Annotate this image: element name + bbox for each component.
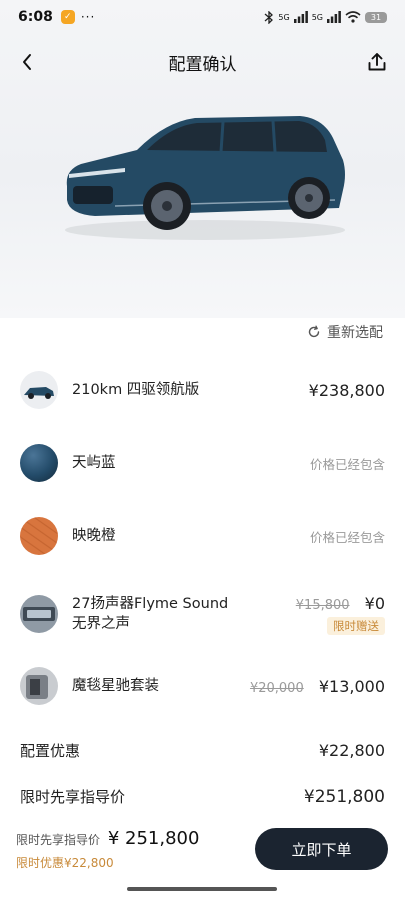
- battery-icon: 31: [365, 11, 387, 23]
- guide-price-label: 限时先享指导价: [20, 788, 126, 806]
- trim-price: ¥238,800: [308, 380, 385, 400]
- network-label-2: 5G: [311, 12, 323, 22]
- guide-price-value: ¥251,800: [303, 786, 385, 807]
- wifi-icon: [345, 11, 361, 23]
- speaker-name-line1: 27扬声器Flyme Sound: [72, 596, 229, 612]
- reselect-button[interactable]: 重新选配: [307, 322, 383, 342]
- interior-color-name: 映晚橙: [72, 528, 116, 544]
- home-indicator[interactable]: [127, 887, 277, 891]
- order-now-button[interactable]: 立即下单: [255, 828, 388, 870]
- config-item-speaker: 27扬声器Flyme Sound 无界之声 ¥15,800 ¥0 限时赠送: [20, 592, 385, 636]
- color-swatch-blue: [20, 444, 58, 482]
- back-arrow-icon[interactable]: [16, 50, 40, 74]
- footer-price: 限时先享指导价 ¥ 251,800: [16, 828, 199, 849]
- speaker-original-price: ¥15,800: [295, 597, 350, 613]
- bluetooth-icon: [264, 10, 274, 24]
- share-icon[interactable]: [365, 50, 389, 74]
- interior-color-status: 价格已经包含: [309, 529, 385, 545]
- signal-icon-2: [327, 11, 341, 23]
- suspension-price: ¥13,000: [318, 676, 385, 696]
- config-item-exterior-color: 天屿蓝 价格已经包含: [20, 443, 385, 483]
- config-discount-row: 配置优惠 ¥22,800: [20, 740, 385, 761]
- speaker-name-line2: 无界之声: [72, 616, 130, 632]
- nav-bar: 配置确认: [0, 40, 405, 84]
- network-label-1: 5G: [278, 12, 290, 22]
- suspension-thumbnail: [20, 667, 58, 705]
- more-notifications-icon: ···: [80, 10, 96, 24]
- suspension-name: 魔毯星驰套装: [72, 678, 159, 694]
- trim-name: 210km 四驱领航版: [72, 382, 200, 398]
- speaker-thumbnail: [20, 595, 58, 633]
- status-time: 6:08: [18, 9, 53, 25]
- free-gift-badge: 限时赠送: [327, 616, 385, 635]
- exterior-color-status: 价格已经包含: [309, 456, 385, 472]
- status-indicators: 5G 5G 31: [264, 10, 387, 24]
- status-bar: 6:08 ✓ ··· 5G 5G 31: [0, 0, 405, 34]
- guide-price-row: 限时先享指导价 ¥251,800: [20, 786, 385, 807]
- speaker-price: ¥0: [364, 593, 385, 613]
- suspension-price-block: ¥20,000 ¥13,000: [250, 677, 385, 696]
- speaker-name: 27扬声器Flyme Sound 无界之声: [72, 594, 228, 634]
- suspension-original-price: ¥20,000: [249, 680, 304, 696]
- exterior-color-name: 天屿蓝: [72, 455, 116, 471]
- footer-discount: 限时优惠¥22,800: [16, 856, 114, 870]
- page-title: 配置确认: [168, 54, 237, 75]
- config-discount-value: ¥22,800: [318, 741, 385, 760]
- footer-price-label: 限时先享指导价: [16, 833, 101, 847]
- signal-icon: [293, 11, 308, 23]
- footer-price-value: ¥ 251,800: [107, 828, 200, 849]
- config-item-suspension: 魔毯星驰套装 ¥20,000 ¥13,000: [20, 666, 385, 706]
- reselect-label: 重新选配: [327, 325, 383, 341]
- car-image: [65, 116, 346, 240]
- config-item-interior-color: 映晚橙 价格已经包含: [20, 516, 385, 556]
- config-item-trim: 210km 四驱领航版 ¥238,800: [20, 370, 385, 410]
- refresh-icon: [308, 325, 320, 338]
- trim-thumbnail: [20, 371, 58, 409]
- color-swatch-orange: [20, 517, 58, 555]
- speaker-price-block: ¥15,800 ¥0 限时赠送: [296, 594, 385, 635]
- config-discount-label: 配置优惠: [20, 742, 81, 760]
- app-notification-icon: ✓: [60, 10, 75, 24]
